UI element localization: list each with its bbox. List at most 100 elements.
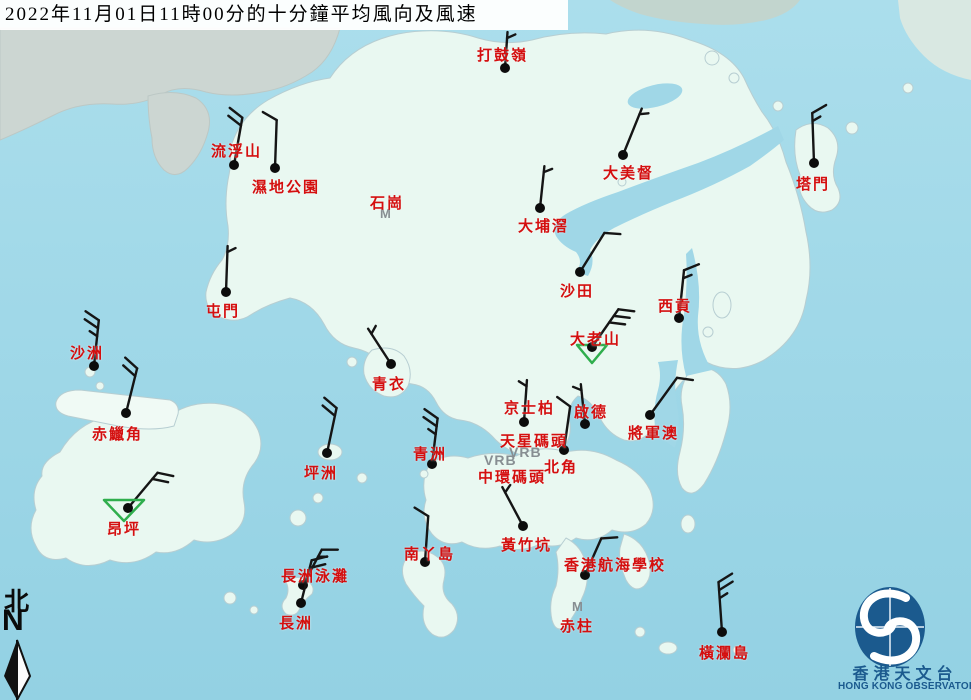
station-label-ngong-ping: 昂坪	[107, 518, 141, 539]
station-label-sai-kung: 西貢	[658, 295, 692, 316]
station-label-chek-lap-kok: 赤鱲角	[92, 423, 143, 444]
wind-barb-feather	[415, 508, 429, 516]
wind-barb-half-feather	[720, 593, 728, 598]
station-dot	[229, 160, 239, 170]
station-label-shek-kong: 石崗	[370, 192, 404, 213]
wind-barb-half-feather	[639, 113, 648, 114]
wind-barb-feather	[618, 309, 634, 311]
wind-map-viewport: 2022年11月01日11時00分的十分鐘平均風向及風速 打鼓嶺流浮山濕地公園大…	[0, 0, 971, 700]
station-dot	[519, 417, 529, 427]
wind-barb-feather	[263, 112, 277, 120]
wind-barb-half-feather	[813, 117, 821, 122]
station-label-kings-park: 京士柏	[504, 397, 555, 418]
wind-barb-feather	[86, 311, 99, 320]
wind-barb-half-feather	[371, 326, 375, 334]
station-dot	[386, 359, 396, 369]
station-label-wetland-park: 濕地公園	[252, 176, 320, 197]
wind-barb-feather	[601, 537, 617, 538]
wind-barb-staff	[275, 120, 277, 168]
station-tseung-kwan-o	[645, 378, 693, 420]
station-label-waglan-island: 橫瀾島	[699, 642, 750, 663]
station-label-north-point: 北角	[544, 456, 578, 477]
wind-barb-half-feather	[519, 381, 527, 386]
station-label-stanley: 赤柱	[560, 615, 594, 636]
station-label-green-island: 青洲	[413, 443, 447, 464]
wind-barb-feather	[684, 264, 699, 270]
station-dot	[123, 503, 133, 513]
station-wetland-park	[263, 112, 280, 173]
wind-barb-feather	[230, 108, 243, 118]
wind-barb-feather	[677, 378, 693, 380]
station-dot	[518, 521, 528, 531]
wind-barb-feather	[228, 116, 241, 126]
station-label-cheung-chau-beach: 長洲泳灘	[281, 565, 349, 586]
wind-barb-feather	[158, 473, 174, 476]
wind-barb-feather	[557, 397, 570, 406]
station-label-peng-chau: 坪洲	[304, 462, 338, 483]
north-label-letter: N	[2, 604, 24, 638]
station-label-tai-po-kau: 大埔滘	[518, 215, 569, 236]
station-label-tates-cairn: 大老山	[570, 328, 621, 349]
station-stanley-missing-flag: M	[572, 599, 584, 614]
map-title: 2022年11月01日11時00分的十分鐘平均風向及風速	[0, 0, 568, 30]
station-tsing-yi	[368, 326, 396, 369]
station-sha-tin	[575, 233, 620, 277]
wind-barb-feather	[812, 105, 826, 113]
station-label-tai-mei-tuk: 大美督	[603, 162, 654, 183]
station-label-hk-sea-school: 香港航海學校	[564, 554, 666, 575]
station-dot	[809, 158, 819, 168]
station-label-tseung-kwan-o: 將軍澳	[628, 422, 679, 443]
station-label-tap-mun: 塔門	[796, 173, 830, 194]
station-dot	[121, 408, 131, 418]
station-label-central-pier: 中環碼頭	[478, 466, 546, 487]
wind-barb-feather	[424, 417, 437, 426]
wind-barb-feather	[85, 319, 98, 328]
station-ngong-ping	[104, 473, 173, 521]
station-chek-lap-kok	[121, 358, 137, 418]
station-dot	[221, 287, 231, 297]
station-dot	[618, 150, 628, 160]
station-label-sha-chau: 沙洲	[70, 342, 104, 363]
station-tai-po-kau	[535, 166, 552, 213]
wind-barb-half-feather	[90, 331, 97, 336]
station-dot	[270, 163, 280, 173]
wind-barb-feather	[152, 479, 168, 482]
wind-barb-feather	[125, 358, 137, 369]
wind-barb-staff	[650, 378, 677, 415]
station-dot	[717, 627, 727, 637]
wind-barb-feather	[424, 409, 437, 418]
hko-logo-name-en: HONG KONG OBSERVATORY	[838, 681, 971, 692]
station-label-kai-tak: 啟德	[574, 401, 608, 422]
station-dot	[322, 448, 332, 458]
station-dot	[535, 203, 545, 213]
station-label-ta-kwu-ling: 打鼓嶺	[477, 44, 528, 65]
wind-barb-staff	[623, 109, 642, 155]
station-label-tuen-mun: 屯門	[206, 300, 240, 321]
station-label-lau-fau-shan: 流浮山	[211, 140, 262, 161]
wind-barb-feather	[614, 316, 630, 318]
station-dot	[296, 598, 306, 608]
station-label-tsing-yi: 青衣	[372, 373, 406, 394]
station-waglan-island	[717, 574, 733, 637]
wind-barb-feather	[323, 406, 335, 416]
station-wong-chuk-hang	[502, 485, 528, 531]
station-tai-mei-tuk	[618, 109, 648, 160]
station-dot	[575, 267, 585, 277]
station-label-lamma-island: 南丫島	[404, 543, 455, 564]
wind-barb-half-feather	[428, 429, 435, 434]
station-dot	[645, 410, 655, 420]
wind-barb-feather	[719, 574, 733, 582]
wind-barb-staff	[580, 233, 604, 272]
station-tuen-mun	[221, 246, 235, 297]
wind-barb-feather	[123, 365, 135, 376]
wind-barb-feather	[609, 322, 625, 324]
station-label-star-ferry: 天星碼頭	[500, 430, 568, 451]
station-tap-mun	[809, 105, 826, 168]
station-peng-chau	[322, 398, 337, 458]
wind-barb-feather	[324, 398, 336, 408]
station-label-sha-tin: 沙田	[560, 280, 594, 301]
station-label-wong-chuk-hang: 黃竹坑	[501, 534, 552, 555]
stations-layer	[0, 0, 971, 700]
wind-barb-feather	[604, 233, 620, 234]
wind-barb-feather	[719, 582, 733, 590]
